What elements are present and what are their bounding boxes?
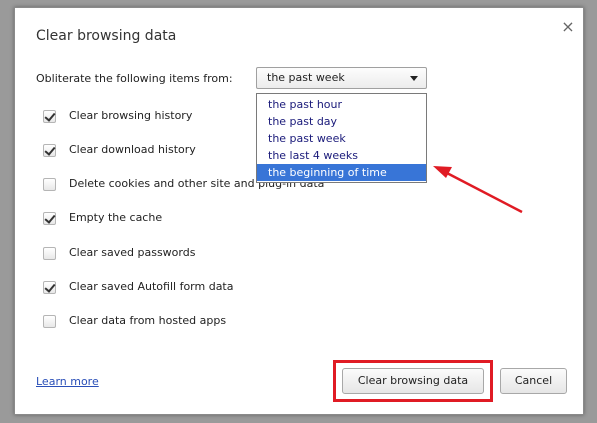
checkbox-label-browsing-history: Clear browsing history xyxy=(69,109,193,122)
cancel-button[interactable]: Cancel xyxy=(500,368,567,394)
checkbox-label-autofill: Clear saved Autofill form data xyxy=(69,280,234,293)
checkbox-label-passwords: Clear saved passwords xyxy=(69,246,196,259)
learn-more-link[interactable]: Learn more xyxy=(36,375,99,388)
time-range-dropdown-list: the past hour the past day the past week… xyxy=(256,93,427,183)
checkbox-cookies[interactable] xyxy=(43,178,56,191)
option-last-4-weeks[interactable]: the last 4 weeks xyxy=(257,147,426,164)
annotation-arrow-head xyxy=(433,166,452,178)
checkbox-label-cache: Empty the cache xyxy=(69,211,163,224)
time-range-selected-value: the past week xyxy=(267,71,345,84)
dialog-title: Clear browsing data xyxy=(36,28,177,44)
clear-browsing-data-dialog: Clear browsing data × Obliterate the fol… xyxy=(14,7,584,415)
clear-browsing-data-button[interactable]: Clear browsing data xyxy=(342,368,484,394)
annotation-arrow-shaft xyxy=(444,170,523,214)
option-beginning-of-time[interactable]: the beginning of time xyxy=(257,164,426,181)
chevron-down-icon xyxy=(410,76,418,81)
checkbox-download-history[interactable] xyxy=(43,144,56,157)
checkbox-passwords[interactable] xyxy=(43,247,56,260)
option-past-day[interactable]: the past day xyxy=(257,113,426,130)
close-icon[interactable]: × xyxy=(561,19,575,35)
checkbox-autofill[interactable] xyxy=(43,281,56,294)
checkbox-browsing-history[interactable] xyxy=(43,110,56,123)
option-past-hour[interactable]: the past hour xyxy=(257,96,426,113)
checkbox-cache[interactable] xyxy=(43,212,56,225)
checkbox-label-download-history: Clear download history xyxy=(69,143,196,156)
time-range-select[interactable]: the past week xyxy=(256,67,427,89)
checkbox-label-hosted-apps: Clear data from hosted apps xyxy=(69,314,227,327)
obliterate-label: Obliterate the following items from: xyxy=(36,72,233,85)
option-past-week[interactable]: the past week xyxy=(257,130,426,147)
checkbox-hosted-apps[interactable] xyxy=(43,315,56,328)
